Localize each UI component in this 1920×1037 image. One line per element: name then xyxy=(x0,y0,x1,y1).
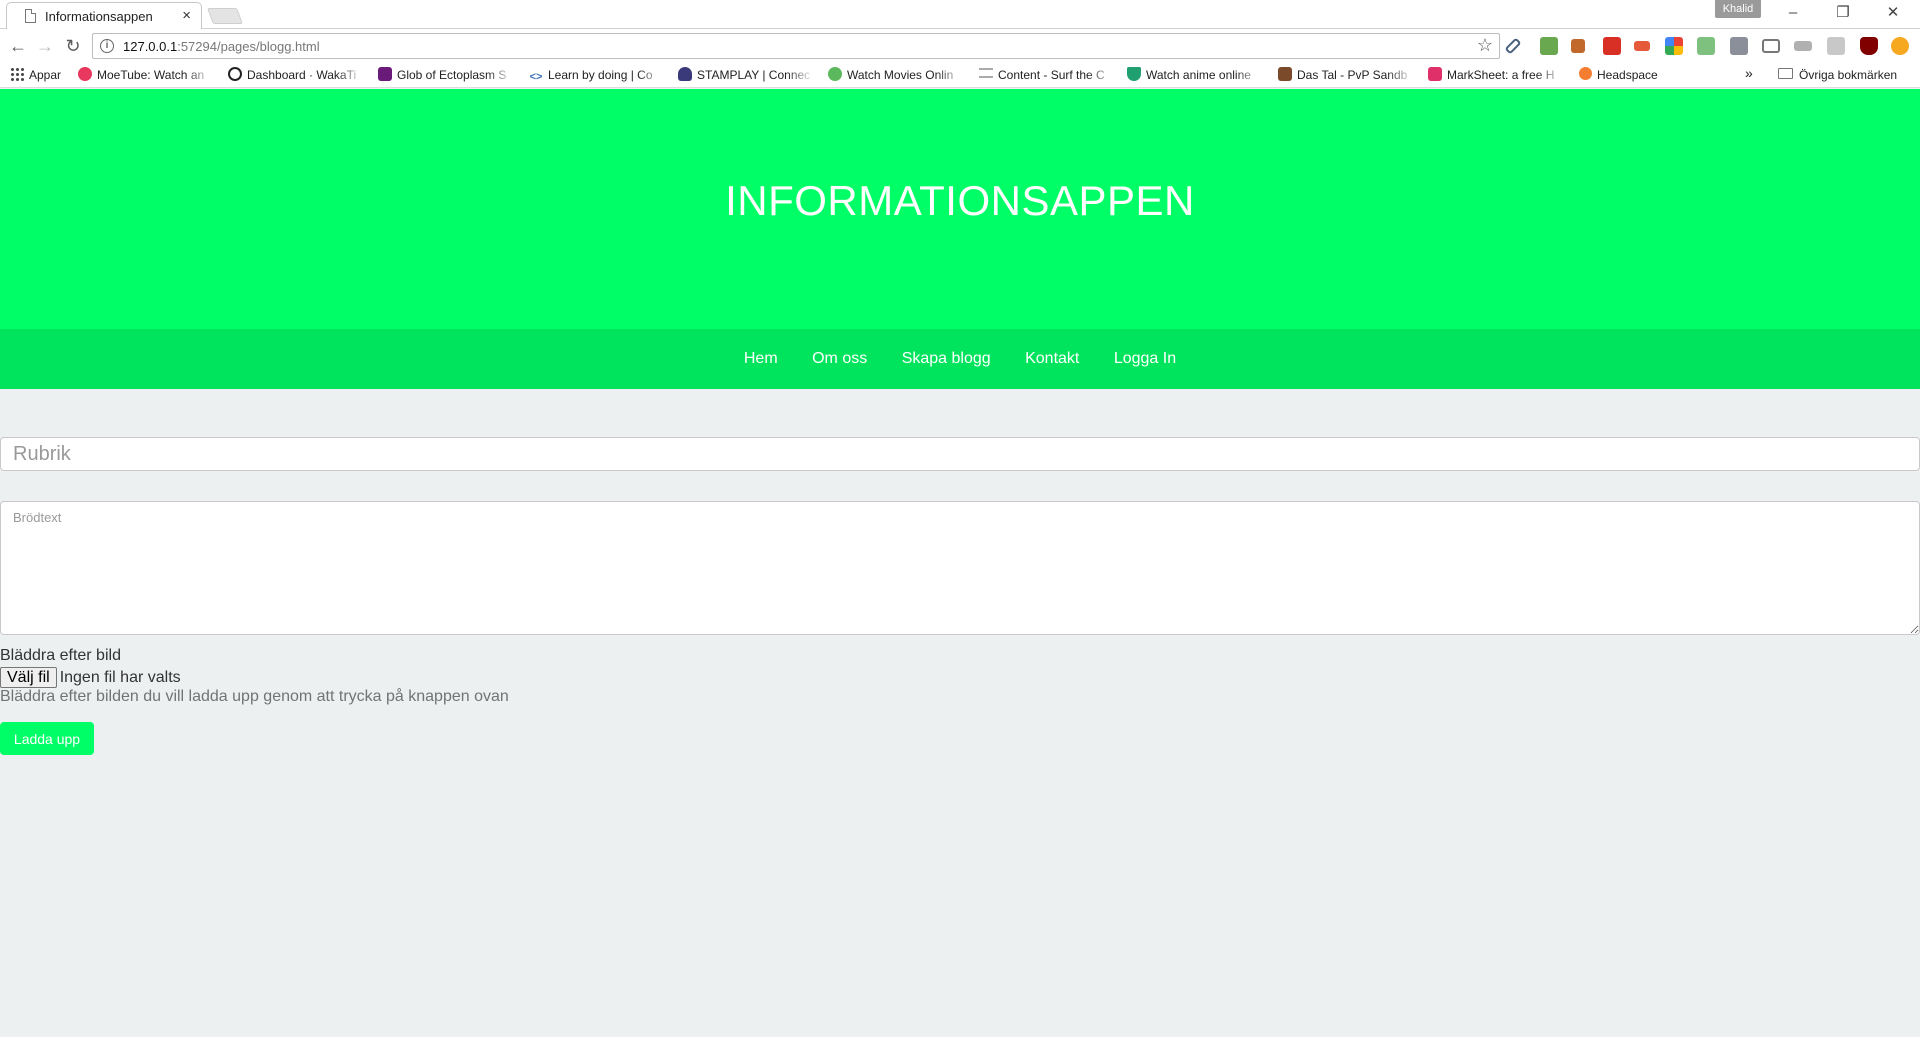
bookmark-learn-by-doing[interactable]: <> Learn by doing | Co xyxy=(529,67,665,85)
moetube-icon xyxy=(78,67,92,81)
title-input[interactable] xyxy=(0,437,1920,471)
main-nav: Hem Om oss Skapa blogg Kontakt Logga In xyxy=(0,329,1920,389)
eyedropper-extension-icon[interactable] xyxy=(1504,37,1522,55)
bookmarks-overflow-chevron-icon[interactable]: » xyxy=(1745,65,1759,83)
wakatime-icon xyxy=(228,67,242,81)
site-title: INFORMATIONSAPPEN xyxy=(725,177,1195,224)
plane-extension-icon[interactable] xyxy=(1634,41,1650,51)
bookmark-label: Das Tal - PvP Sandb xyxy=(1297,68,1408,82)
tab-strip: Informationsappen × Khalid – ❐ ✕ xyxy=(0,0,1920,30)
ectoplasm-icon xyxy=(378,67,392,81)
evernote-extension-icon[interactable] xyxy=(1540,37,1558,55)
page-content: INFORMATIONSAPPEN Hem Om oss Skapa blogg… xyxy=(0,89,1920,1037)
address-bar[interactable]: i 127.0.0.1:57294/pages/blogg.html ☆ xyxy=(92,33,1500,59)
gray-extension-icon[interactable] xyxy=(1827,37,1845,55)
bookmark-apps[interactable]: Appar xyxy=(10,67,70,85)
green-extension-icon[interactable] xyxy=(1697,37,1715,55)
cast-icon[interactable] xyxy=(1762,39,1780,53)
bookmarks-bar: Appar MoeTube: Watch an Dashboard · Waka… xyxy=(0,63,1920,88)
stamplay-icon xyxy=(678,67,692,81)
url-text[interactable]: 127.0.0.1:57294/pages/blogg.html xyxy=(123,39,320,54)
red-extension-icon[interactable] xyxy=(1603,37,1621,55)
bookmark-label: Dashboard · WakaTi xyxy=(247,68,357,82)
browser-tab[interactable]: Informationsappen × xyxy=(6,2,202,30)
folder-icon xyxy=(1778,68,1793,79)
bookmark-label: STAMPLAY | Connec xyxy=(697,68,811,82)
bookmark-label: MarkSheet: a free H xyxy=(1447,68,1555,82)
bookmark-ectoplasm[interactable]: Glob of Ectoplasm S xyxy=(378,67,514,85)
orange-extension-icon[interactable] xyxy=(1891,37,1909,55)
url-host: 127.0.0.1 xyxy=(123,39,178,54)
bookmark-label: Learn by doing | Co xyxy=(548,68,653,82)
bookmark-label: Content - Surf the C xyxy=(998,68,1105,82)
bookmark-label: MoeTube: Watch an xyxy=(97,68,205,82)
page-icon xyxy=(25,9,36,23)
close-tab-icon[interactable]: × xyxy=(182,7,191,24)
other-bookmarks-folder[interactable]: Övriga bokmärken xyxy=(1778,67,1918,85)
restore-button[interactable]: ❐ xyxy=(1823,2,1863,24)
choose-file-button[interactable]: Välj fil xyxy=(0,667,57,688)
reload-button[interactable]: ↻ xyxy=(61,34,85,58)
url-path: :57294/pages/blogg.html xyxy=(177,39,320,54)
minimize-button[interactable]: – xyxy=(1773,2,1813,24)
bookmark-label: Watch anime online xyxy=(1146,68,1251,82)
bookmark-star-icon[interactable]: ☆ xyxy=(1477,35,1493,56)
bookmark-label: Watch Movies Onlin xyxy=(847,68,954,82)
bookmark-label: Headspace xyxy=(1597,68,1658,82)
download-extension-icon[interactable] xyxy=(1794,41,1812,51)
info-icon[interactable]: i xyxy=(100,39,114,53)
nav-item-hem[interactable]: Hem xyxy=(744,329,778,389)
hammer-extension-icon[interactable] xyxy=(1571,39,1585,53)
apps-grid-icon xyxy=(10,67,24,81)
marksheet-icon xyxy=(1428,67,1442,81)
bookmark-wakatime[interactable]: Dashboard · WakaTi xyxy=(228,67,364,85)
bookmark-watch-anime[interactable]: Watch anime online xyxy=(1127,67,1263,85)
file-input: Välj fil Ingen fil har valts xyxy=(0,667,181,688)
nav-item-skapa-blogg[interactable]: Skapa blogg xyxy=(902,329,991,389)
nav-item-logga-in[interactable]: Logga In xyxy=(1114,329,1176,389)
google-extension-icon[interactable] xyxy=(1665,37,1683,55)
bookmark-moetube[interactable]: MoeTube: Watch an xyxy=(78,67,213,85)
content-icon xyxy=(979,68,993,78)
play-icon xyxy=(828,67,842,81)
close-window-button[interactable]: ✕ xyxy=(1873,2,1913,24)
bookmark-stamplay[interactable]: STAMPLAY | Connec xyxy=(678,67,814,85)
nav-item-kontakt[interactable]: Kontakt xyxy=(1025,329,1079,389)
upload-button[interactable]: Ladda upp xyxy=(0,722,94,755)
hero-banner: INFORMATIONSAPPEN xyxy=(0,89,1920,329)
new-tab-button[interactable] xyxy=(207,8,243,24)
bookmark-label: Appar xyxy=(29,68,62,82)
bookmark-label: Glob of Ectoplasm S xyxy=(397,68,507,82)
es-extension-icon[interactable] xyxy=(1730,37,1748,55)
anime-icon xyxy=(1127,67,1141,81)
bookmark-watch-movies[interactable]: Watch Movies Onlin xyxy=(828,67,964,85)
ublock-extension-icon[interactable] xyxy=(1860,37,1878,55)
bookmark-marksheet[interactable]: MarkSheet: a free H xyxy=(1428,67,1564,85)
profile-badge[interactable]: Khalid xyxy=(1715,0,1761,18)
body-textarea[interactable] xyxy=(0,501,1920,635)
dastal-icon xyxy=(1278,67,1292,81)
nav-item-om-oss[interactable]: Om oss xyxy=(812,329,867,389)
headspace-icon xyxy=(1579,67,1592,80)
bookmark-label: Övriga bokmärken xyxy=(1799,68,1898,82)
bookmark-das-tal[interactable]: Das Tal - PvP Sandb xyxy=(1278,67,1414,85)
tab-title: Informationsappen xyxy=(45,9,153,24)
browser-toolbar: ← → ↻ i 127.0.0.1:57294/pages/blogg.html… xyxy=(0,29,1920,63)
code-icon: <> xyxy=(529,71,543,83)
back-button[interactable]: ← xyxy=(6,34,30,58)
file-label: Bläddra efter bild xyxy=(0,647,121,664)
file-help-text: Bläddra efter bilden du vill ladda upp g… xyxy=(0,688,509,705)
bookmark-content[interactable]: Content - Surf the C xyxy=(979,67,1115,85)
bookmark-headspace[interactable]: Headspace xyxy=(1579,67,1679,85)
file-status: Ingen fil har valts xyxy=(59,669,181,686)
browser-chrome: Informationsappen × Khalid – ❐ ✕ ← → ↻ i… xyxy=(0,0,1920,88)
forward-button[interactable]: → xyxy=(33,34,57,58)
